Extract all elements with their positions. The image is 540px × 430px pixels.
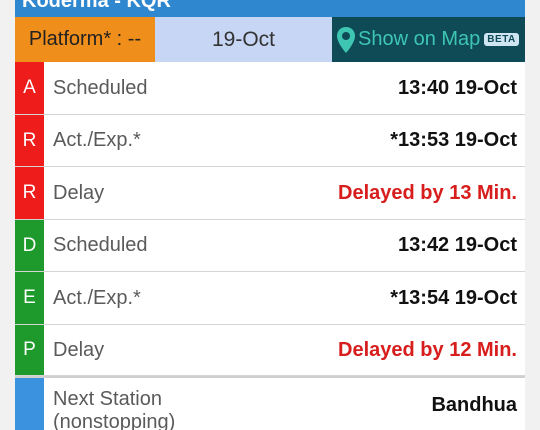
station-title: Koderma - KQR bbox=[22, 0, 171, 12]
arrival-delay-row: R Delay Delayed by 13 Min. bbox=[15, 167, 525, 220]
departure-side-letter: D bbox=[15, 220, 44, 271]
departure-scheduled-row: D Scheduled 13:42 19-Oct bbox=[15, 220, 525, 272]
show-on-map-label: Show on Map bbox=[358, 28, 481, 50]
delay-value: Delayed by 13 Min. bbox=[338, 181, 517, 204]
departure-actual-row: E Act./Exp.* *13:54 19-Oct bbox=[15, 272, 525, 325]
row-value: *13:54 19-Oct bbox=[390, 286, 517, 309]
date-indicator: 19-Oct bbox=[155, 17, 332, 62]
next-station-row: Next Station (nonstopping) Bandhua bbox=[15, 378, 525, 430]
row-value: 13:42 19-Oct bbox=[398, 234, 517, 256]
arrival-side-letter: R bbox=[15, 115, 44, 166]
row-label: Act./Exp.* bbox=[53, 286, 141, 309]
next-station-label: Next Station (nonstopping) bbox=[53, 388, 175, 430]
map-pin-icon bbox=[337, 26, 355, 53]
title-bar: Koderma - KQR bbox=[15, 0, 525, 17]
row-label: Delay bbox=[53, 338, 105, 361]
arrival-scheduled-row: A Scheduled 13:40 19-Oct bbox=[15, 62, 525, 115]
row-value: *13:53 19-Oct bbox=[390, 129, 517, 151]
show-on-map-button[interactable]: Show on Map BETA bbox=[332, 17, 525, 62]
row-label: Delay bbox=[53, 181, 105, 204]
next-station-label-line1: Next Station bbox=[53, 388, 162, 410]
platform-indicator: Platform* : -- bbox=[15, 17, 155, 62]
arrival-side-letter: A bbox=[15, 62, 44, 114]
row-label: Act./Exp.* bbox=[53, 129, 141, 151]
next-station-label-line2: (nonstopping) bbox=[53, 411, 176, 430]
row-label: Scheduled bbox=[53, 76, 148, 99]
next-station-side-bar bbox=[15, 378, 44, 430]
beta-badge: BETA bbox=[484, 33, 519, 46]
arrival-side-letter: R bbox=[15, 167, 44, 219]
arrival-actual-row: R Act./Exp.* *13:53 19-Oct bbox=[15, 115, 525, 167]
departure-delay-row: P Delay Delayed by 12 Min. bbox=[15, 325, 525, 376]
departure-side-letter: P bbox=[15, 325, 44, 375]
info-bar: Platform* : -- 19-Oct Show on Map BETA bbox=[15, 17, 525, 62]
row-value: 13:40 19-Oct bbox=[398, 76, 517, 99]
departure-side-letter: E bbox=[15, 272, 44, 324]
next-station-name: Bandhua bbox=[431, 394, 517, 416]
row-label: Scheduled bbox=[53, 234, 148, 256]
delay-value: Delayed by 12 Min. bbox=[338, 338, 517, 361]
